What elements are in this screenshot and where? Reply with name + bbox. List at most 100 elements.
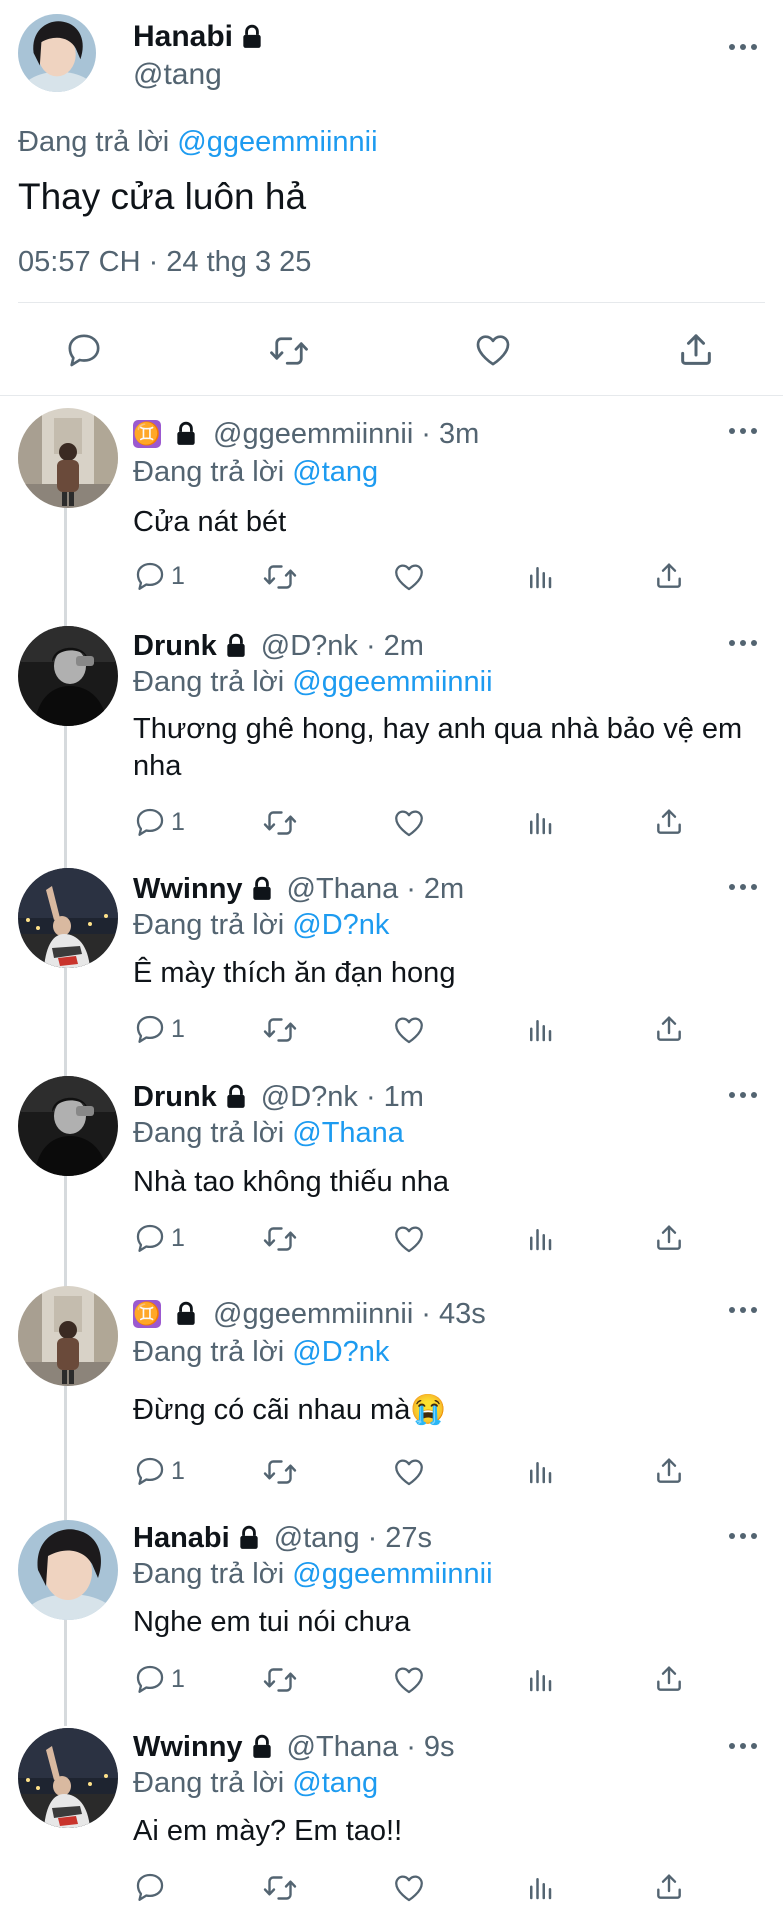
reply-count-button[interactable]: 1 [133, 1012, 185, 1046]
share-icon[interactable] [653, 1663, 685, 1695]
handle[interactable]: @ggeemmiinnii [213, 1298, 413, 1331]
retweet-icon[interactable] [262, 1454, 298, 1490]
time-ago[interactable]: · 43s [421, 1298, 485, 1331]
reply-mention-link[interactable]: @Thana [292, 1117, 404, 1149]
retweet-icon[interactable] [262, 1012, 298, 1048]
display-name[interactable]: Hanabi [133, 1522, 230, 1555]
like-icon[interactable] [392, 1013, 426, 1047]
views-icon[interactable] [525, 808, 555, 838]
lock-icon [249, 1734, 275, 1760]
views-icon[interactable] [525, 1224, 555, 1254]
reply-mention-link[interactable]: @D?nk [292, 1336, 389, 1368]
more-options-icon[interactable] [728, 1741, 758, 1751]
retweet-icon[interactable] [262, 1870, 298, 1906]
views-icon[interactable] [525, 1873, 555, 1903]
divider [18, 302, 765, 303]
more-options-icon[interactable] [728, 1531, 758, 1541]
reply-count-button[interactable]: 1 [133, 805, 185, 839]
tweet-timestamp[interactable]: 05:57 CH · 24 thg 3 25 [18, 246, 311, 279]
more-options-icon[interactable] [728, 882, 758, 892]
handle[interactable]: @tang [274, 1522, 360, 1555]
share-icon[interactable] [653, 806, 685, 838]
handle[interactable]: @ggeemmiinnii [213, 418, 413, 451]
reply-count-button[interactable] [133, 1870, 171, 1904]
lock-icon [223, 633, 249, 659]
retweet-icon[interactable] [262, 559, 298, 595]
views-icon[interactable] [525, 1457, 555, 1487]
avatar[interactable] [18, 1076, 118, 1176]
like-icon[interactable] [392, 1871, 426, 1905]
reply-context: Đang trả lời @Thana [133, 1117, 404, 1149]
retweet-icon[interactable] [262, 1662, 298, 1698]
like-icon[interactable] [392, 560, 426, 594]
retweet-icon[interactable] [268, 330, 310, 372]
reply-count: 1 [171, 1223, 185, 1252]
reply-context: Đang trả lời @tang [133, 456, 379, 488]
retweet-icon[interactable] [262, 1221, 298, 1257]
more-options-icon[interactable] [728, 42, 758, 52]
like-icon[interactable] [392, 1455, 426, 1489]
handle[interactable]: @Thana [287, 873, 399, 906]
like-icon[interactable] [392, 1663, 426, 1697]
reply-text: Ai em mày? Em tao!! [133, 1815, 403, 1847]
reply-mention-link[interactable]: @ggeemmiinnii [177, 126, 377, 158]
share-icon[interactable] [653, 560, 685, 592]
handle[interactable]: @D?nk [261, 630, 358, 663]
views-icon[interactable] [525, 562, 555, 592]
reply-mention-link[interactable]: @ggeemmiinnii [292, 1558, 492, 1590]
main-actions-bar [0, 328, 783, 372]
more-options-icon[interactable] [728, 638, 758, 648]
reply-mention-link[interactable]: @tang [292, 1767, 378, 1799]
views-icon[interactable] [525, 1015, 555, 1045]
display-name[interactable]: Wwinny [133, 1731, 243, 1764]
avatar[interactable] [18, 14, 96, 92]
like-icon[interactable] [392, 1222, 426, 1256]
avatar[interactable] [18, 1520, 118, 1620]
handle[interactable]: @D?nk [261, 1081, 358, 1114]
display-name: Hanabi [133, 20, 234, 53]
time-ago[interactable]: · 2m [406, 873, 464, 906]
reply-mention-link[interactable]: @tang [292, 456, 378, 488]
reply-count: 1 [171, 1014, 185, 1043]
like-icon[interactable] [392, 806, 426, 840]
more-options-icon[interactable] [728, 1090, 758, 1100]
more-options-icon[interactable] [728, 426, 758, 436]
handle[interactable]: @Thana [287, 1731, 399, 1764]
share-icon[interactable] [653, 1013, 685, 1045]
reply-mention-link[interactable]: @D?nk [292, 909, 389, 941]
author-handle[interactable]: @tang [133, 58, 222, 92]
time-ago[interactable]: · 3m [421, 418, 479, 451]
avatar[interactable] [18, 1286, 118, 1386]
more-options-icon[interactable] [728, 1305, 758, 1315]
retweet-icon[interactable] [262, 805, 298, 841]
reply-count: 1 [171, 807, 185, 836]
reply-count: 1 [171, 1664, 185, 1693]
display-name[interactable]: Drunk [133, 630, 217, 663]
comment-icon [133, 805, 167, 839]
reply-count-button[interactable]: 1 [133, 1221, 185, 1255]
reply-count-button[interactable]: 1 [133, 1454, 185, 1488]
reply-count-button[interactable]: 1 [133, 559, 185, 593]
avatar[interactable] [18, 626, 118, 726]
avatar-image [18, 1728, 118, 1828]
avatar[interactable] [18, 1728, 118, 1828]
display-name[interactable]: Wwinny [133, 873, 243, 906]
views-icon[interactable] [525, 1665, 555, 1695]
like-icon[interactable] [473, 330, 513, 370]
share-icon[interactable] [653, 1871, 685, 1903]
time-ago[interactable]: · 27s [368, 1522, 432, 1555]
time-ago[interactable]: · 2m [366, 630, 424, 663]
avatar[interactable] [18, 868, 118, 968]
comment-icon[interactable] [64, 330, 104, 370]
share-icon[interactable] [653, 1455, 685, 1487]
time-ago[interactable]: · 1m [366, 1081, 424, 1114]
share-icon[interactable] [676, 330, 716, 370]
time-ago[interactable]: · 9s [406, 1731, 454, 1764]
share-icon[interactable] [653, 1222, 685, 1254]
reply-count-button[interactable]: 1 [133, 1662, 185, 1696]
display-name[interactable]: Drunk [133, 1081, 217, 1114]
reply-mention-link[interactable]: @ggeemmiinnii [292, 666, 492, 698]
reply-text: Nhà tao không thiếu nha [133, 1166, 450, 1198]
avatar[interactable] [18, 408, 118, 508]
author-display-name[interactable]: Hanabi [133, 20, 265, 54]
